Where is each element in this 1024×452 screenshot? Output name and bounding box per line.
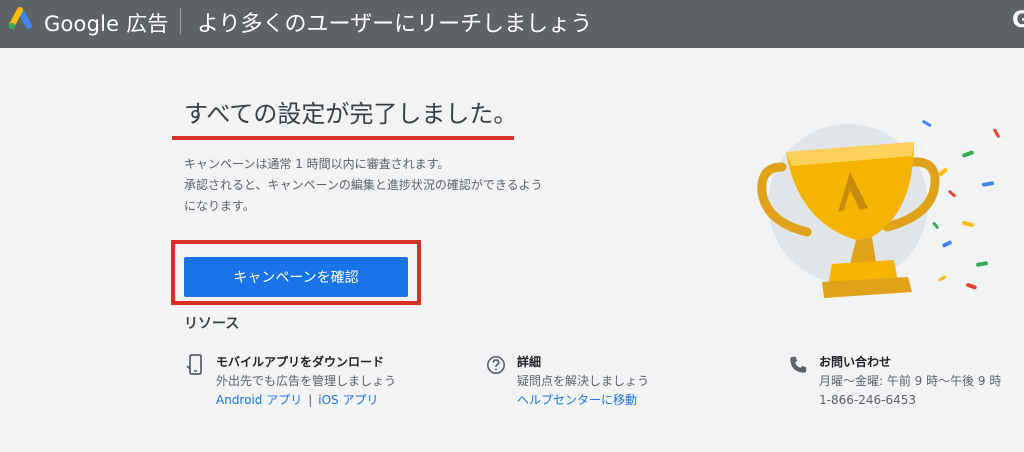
resource-title: 詳細 (517, 355, 542, 369)
contact-hours: 月曜〜金曜: 午前 9 時〜午後 9 時 (819, 374, 1002, 388)
top-app-bar: Google 広告 より多くのユーザーにリーチしましょう G (0, 0, 1024, 48)
help-center-link[interactable]: ヘルプセンターに移動 (517, 393, 637, 407)
completion-description: キャンペーンは通常 1 時間以内に審査されます。 承認されると、キャンペーンの編… (184, 154, 594, 217)
link-separator: | (308, 393, 313, 407)
completion-heading: すべての設定が完了しました。 (184, 100, 518, 128)
description-line: 承認されると、キャンペーンの編集と進捗状況の確認ができるよう (184, 178, 543, 192)
resource-subtitle: 疑問点を解決しましょう (517, 374, 650, 388)
help-circle-icon (487, 356, 505, 374)
resource-title: モバイルアプリをダウンロード (216, 355, 385, 369)
resource-subtitle: 外出先でも広告を管理しましょう (216, 374, 397, 388)
account-avatar[interactable]: G (1012, 8, 1024, 33)
app-brand: Google 広告 (44, 12, 169, 36)
contact-phone: 1-866-246-6453 (819, 393, 916, 407)
page-title: より多くのユーザーにリーチしましょう (197, 12, 593, 37)
trophy-icon (757, 120, 1000, 298)
phone-icon (790, 356, 807, 373)
ios-app-link[interactable]: iOS アプリ (318, 393, 378, 407)
description-line: になります。 (184, 199, 255, 213)
description-line: キャンペーンは通常 1 時間以内に審査されます。 (184, 157, 450, 171)
android-app-link[interactable]: Android アプリ (216, 393, 302, 407)
resources-title: リソース (184, 316, 240, 332)
header-divider (180, 8, 181, 34)
mobile-phone-icon (186, 354, 202, 375)
google-ads-logo-icon[interactable] (6, 7, 34, 31)
review-campaign-button[interactable]: キャンペーンを確認 (184, 257, 408, 297)
annotation-underline (172, 136, 514, 140)
resource-title: お問い合わせ (819, 355, 892, 369)
